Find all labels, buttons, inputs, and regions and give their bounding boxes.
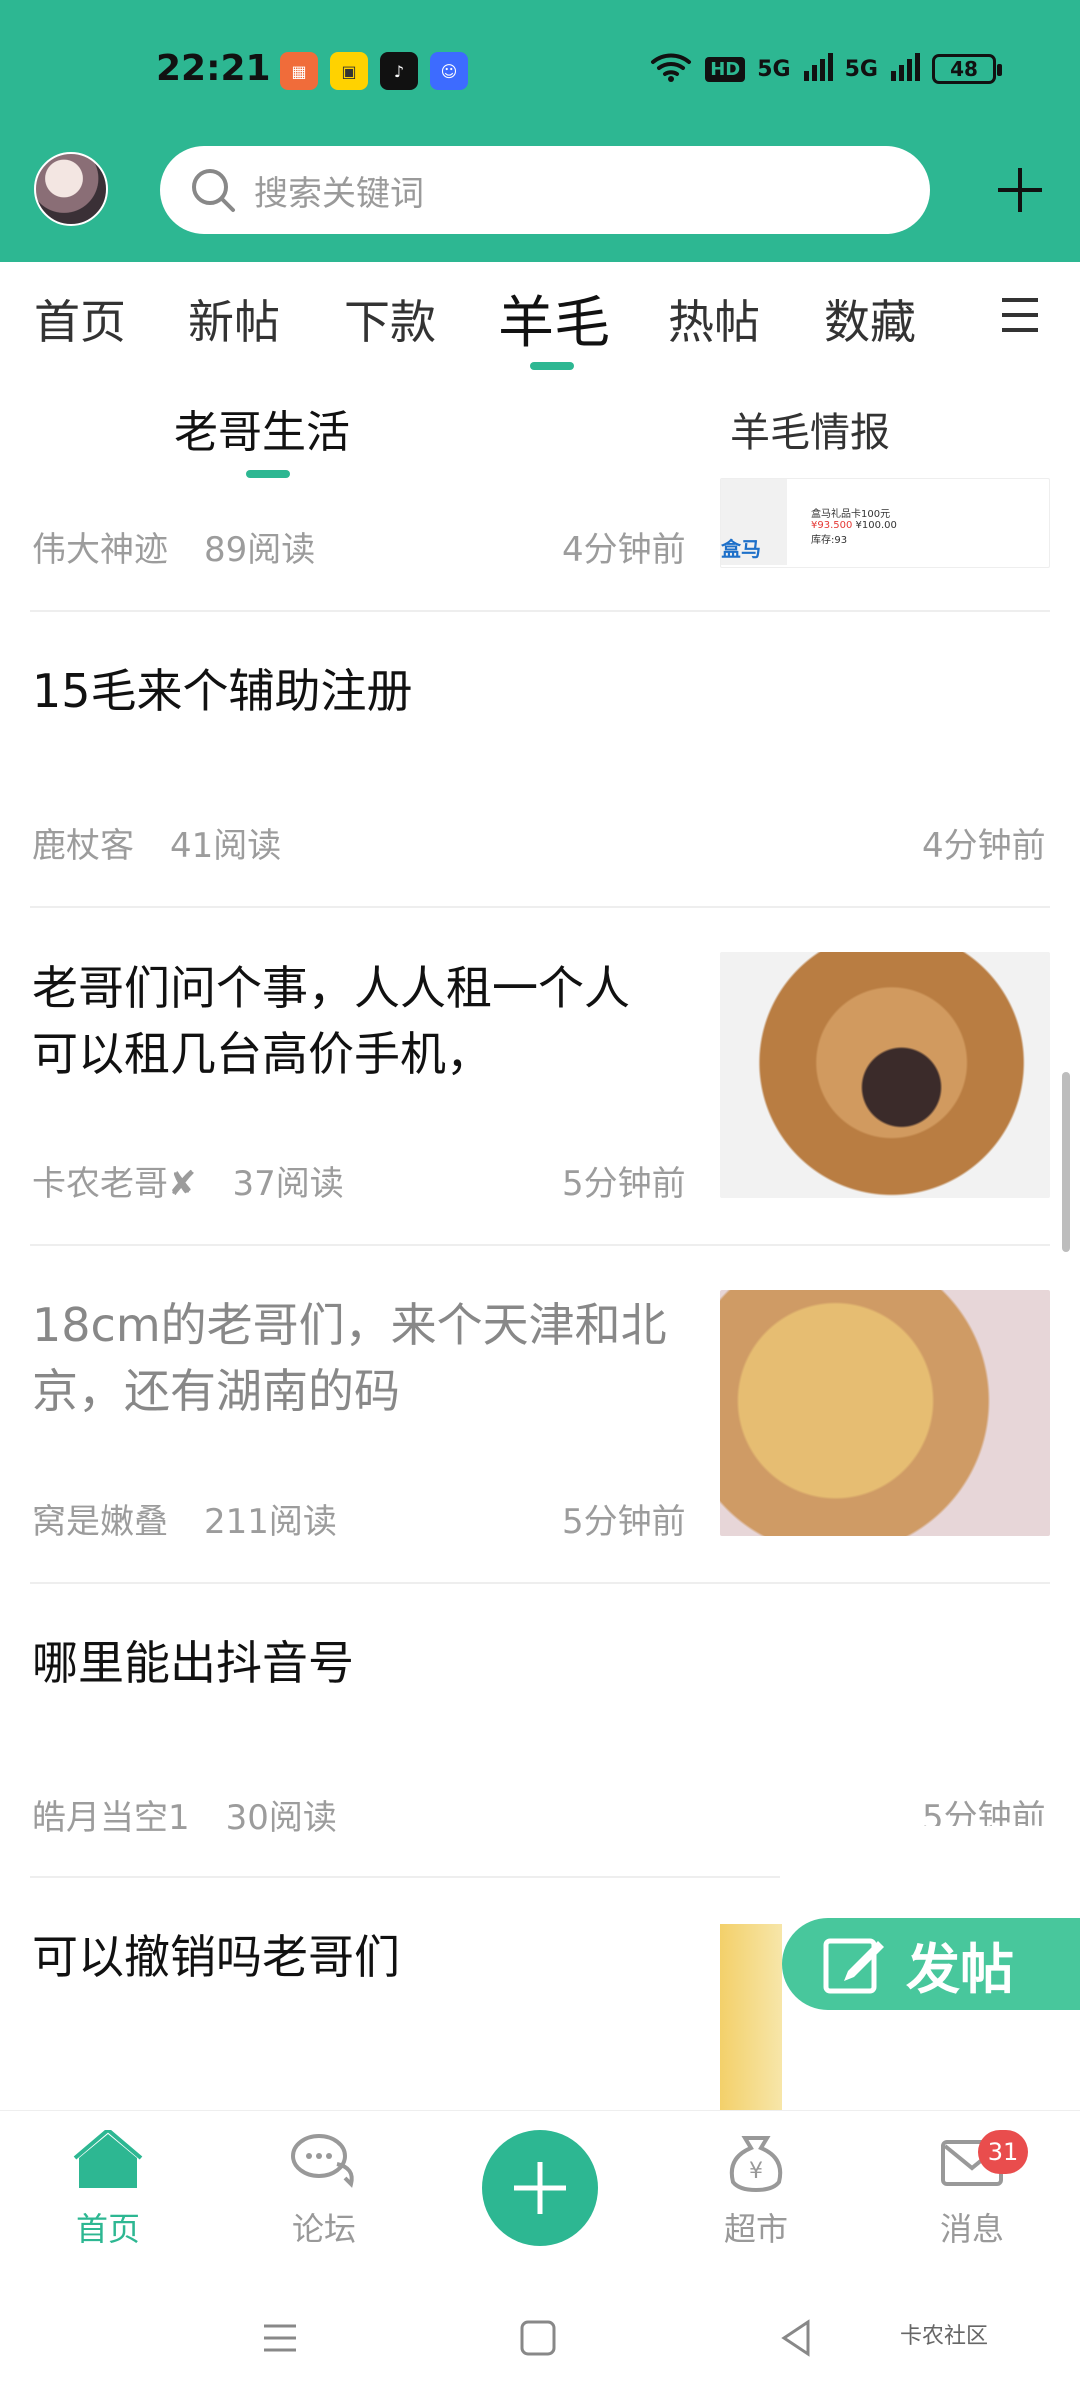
nav-forum[interactable]: 论坛 bbox=[264, 2130, 384, 2250]
header: 22:21 ▦ ▣ ♪ ☺ HD 5G 5G 48 搜索关键词 bbox=[0, 0, 1080, 262]
signal-bars-icon bbox=[803, 51, 833, 87]
plus-icon bbox=[514, 2162, 566, 2214]
tab-home[interactable]: 首页 bbox=[34, 286, 126, 352]
status-indicators: HD 5G 5G 48 bbox=[649, 50, 1002, 88]
nav-market[interactable]: ¥ 超市 bbox=[696, 2130, 816, 2250]
edit-icon bbox=[823, 1938, 884, 1994]
post-reads: 37阅读 bbox=[232, 1164, 344, 1204]
post-title-line1[interactable]: 18cm的老哥们，来个天津和北 bbox=[32, 1292, 667, 1358]
tab-wool[interactable]: 羊毛 bbox=[498, 278, 610, 359]
publish-button[interactable] bbox=[482, 2130, 598, 2246]
search-placeholder: 搜索关键词 bbox=[254, 173, 424, 214]
signal-bars-icon bbox=[890, 51, 920, 87]
post-author[interactable]: 卡农老哥✘ bbox=[32, 1156, 197, 1205]
ad-text: 盒马礼品卡100元 ¥93.500 ¥100.00 库存:93 bbox=[811, 505, 961, 563]
avatar[interactable] bbox=[34, 152, 108, 226]
post-reads: 211阅读 bbox=[204, 1502, 337, 1542]
nav-home[interactable]: 首页 bbox=[48, 2127, 168, 2250]
ad-stock: 库存:93 bbox=[811, 535, 848, 546]
search-bar[interactable]: 搜索关键词 bbox=[160, 146, 930, 234]
signal-5g-2: 5G bbox=[844, 56, 878, 82]
tab-hot[interactable]: 热帖 bbox=[668, 286, 760, 352]
wifi-icon bbox=[649, 50, 693, 88]
post-title[interactable]: 15毛来个辅助注册 bbox=[32, 658, 413, 724]
create-post-button[interactable]: 发帖 bbox=[782, 1918, 1080, 2010]
ad-brand: 盒马 bbox=[721, 537, 761, 561]
watermark-text: 卡农社区 bbox=[900, 2324, 989, 2349]
post-title-line1[interactable]: 老哥们问个事，人人租一个人 bbox=[32, 955, 630, 1021]
home-square-icon[interactable] bbox=[518, 2318, 558, 2358]
post-author[interactable]: 鹿杖客 bbox=[32, 818, 134, 867]
chat-app-icon: ☺ bbox=[430, 52, 468, 90]
app-screen: 22:21 ▦ ▣ ♪ ☺ HD 5G 5G 48 搜索关键词 首页 新帖 下款… bbox=[0, 0, 1080, 2400]
tab-collect[interactable]: 数藏 bbox=[824, 286, 916, 352]
divider bbox=[30, 1582, 1050, 1584]
post-time: 4分钟前 bbox=[922, 826, 1046, 866]
post-meta: 皓月当空1 30阅读 bbox=[32, 1790, 337, 1839]
post-time: 4分钟前 bbox=[562, 530, 686, 570]
post-title[interactable]: 可以撤销吗老哥们 bbox=[32, 1924, 400, 1990]
post-author[interactable]: 窝是嫩叠 bbox=[32, 1494, 168, 1543]
menu-icon[interactable] bbox=[1000, 296, 1040, 334]
post-title-line2[interactable]: 京，还有湖南的码 bbox=[32, 1358, 400, 1424]
menu-icon[interactable] bbox=[260, 2318, 300, 2358]
tab-loan[interactable]: 下款 bbox=[344, 286, 436, 352]
nav-messages-label: 消息 bbox=[939, 2210, 1004, 2248]
status-app-icons: ▦ ▣ ♪ ☺ bbox=[280, 52, 468, 90]
money-bag-icon: ¥ bbox=[729, 2136, 783, 2193]
subtab-indicator bbox=[246, 470, 290, 478]
post-title-line2[interactable]: 可以租几台高价手机， bbox=[32, 1021, 492, 1087]
post-meta: 卡农老哥✘ 37阅读 bbox=[32, 1156, 344, 1205]
ad-original: ¥100.00 bbox=[855, 520, 897, 531]
scrollbar[interactable] bbox=[1062, 1072, 1070, 1252]
hd-icon: HD bbox=[705, 56, 746, 82]
divider bbox=[30, 610, 1050, 612]
ad-line1: 盒马礼品卡100元 bbox=[811, 509, 891, 520]
post-thumbnail[interactable] bbox=[720, 1290, 1050, 1536]
post-thumbnail[interactable] bbox=[720, 1924, 782, 2110]
watermark: 卡农社区 bbox=[900, 2318, 988, 2350]
ad-price: ¥93.500 bbox=[811, 520, 853, 531]
post-reads: 89阅读 bbox=[204, 530, 316, 570]
svg-text:¥: ¥ bbox=[749, 2159, 763, 2184]
tiktok-icon: ♪ bbox=[380, 52, 418, 90]
signal-5g-1: 5G bbox=[757, 56, 791, 82]
post-time: 5分钟前 bbox=[922, 1798, 1046, 1826]
create-post-label: 发帖 bbox=[906, 1937, 1014, 2001]
post-time: 5分钟前 bbox=[562, 1164, 686, 1204]
post-meta: 伟大神迹 89阅读 bbox=[32, 522, 315, 571]
post-reads: 30阅读 bbox=[225, 1798, 337, 1838]
home-icon bbox=[73, 2127, 143, 2188]
post-title[interactable]: 哪里能出抖音号 bbox=[32, 1630, 354, 1696]
nav-home-label: 首页 bbox=[75, 2210, 140, 2248]
ad-app-icon: ▣ bbox=[330, 52, 368, 90]
post-reads: 41阅读 bbox=[170, 826, 282, 866]
subtab-life[interactable]: 老哥生活 bbox=[174, 396, 350, 460]
post-meta: 鹿杖客 41阅读 bbox=[32, 818, 281, 867]
tab-indicator bbox=[530, 362, 574, 370]
add-icon[interactable] bbox=[994, 164, 1046, 216]
back-icon[interactable] bbox=[776, 2318, 816, 2358]
post-author[interactable]: 皓月当空1 bbox=[32, 1790, 190, 1839]
divider bbox=[30, 906, 1050, 908]
message-badge: 31 bbox=[978, 2130, 1028, 2174]
chat-icon bbox=[291, 2134, 354, 2188]
subtab-deals[interactable]: 羊毛情报 bbox=[730, 400, 890, 458]
divider bbox=[30, 1876, 780, 1878]
post-meta: 窝是嫩叠 211阅读 bbox=[32, 1494, 337, 1543]
post-time: 5分钟前 bbox=[562, 1502, 686, 1542]
divider bbox=[30, 1244, 1050, 1246]
post-author[interactable]: 伟大神迹 bbox=[32, 522, 168, 571]
search-icon bbox=[192, 169, 235, 212]
tab-new[interactable]: 新帖 bbox=[188, 286, 280, 352]
battery-indicator: 48 bbox=[932, 54, 1002, 84]
ad-thumbnail[interactable]: 盒马礼品卡100元 ¥93.500 ¥100.00 库存:93 盒马 bbox=[720, 478, 1050, 568]
nav-market-label: 超市 bbox=[723, 2210, 788, 2248]
post-thumbnail-dog[interactable] bbox=[720, 952, 1050, 1198]
status-time: 22:21 bbox=[156, 48, 271, 89]
nav-forum-label: 论坛 bbox=[291, 2210, 356, 2248]
book-app-icon: ▦ bbox=[280, 52, 318, 90]
